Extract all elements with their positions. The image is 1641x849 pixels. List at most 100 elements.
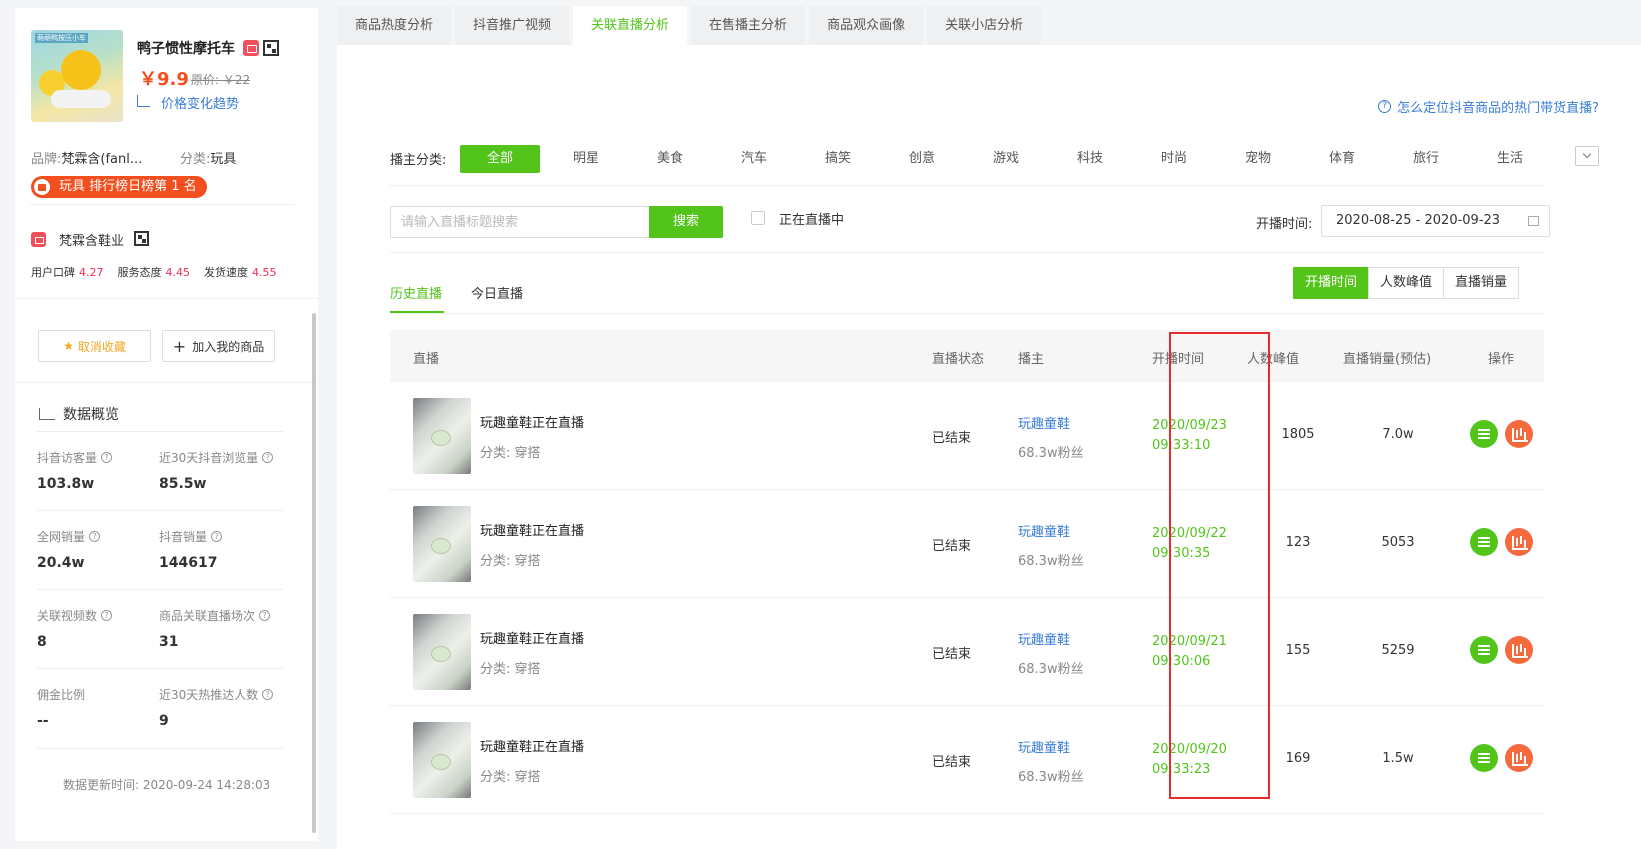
live-title[interactable]: 玩趣童鞋正在直播 [480,736,584,755]
product-image[interactable]: 萌萌鸭按压小车 [31,30,123,122]
sort-start-time-button[interactable]: 开播时间 [1293,267,1370,299]
shopping-bag-icon [34,179,50,195]
category-item[interactable]: 旅行 [1384,145,1468,173]
bar-chart-icon[interactable] [1505,636,1533,664]
price-trend-link[interactable]: 价格变化趋势 [161,93,239,112]
divider [390,313,1544,314]
tab-streamer-analysis[interactable]: 在售播主分析 [691,6,806,45]
help-link[interactable]: ? 怎么定位抖音商品的热门带货直播? [1378,97,1599,116]
sort-buttons: 开播时间 人数峰值 直播销量 [1293,267,1520,299]
live-thumbnail[interactable] [413,506,471,582]
streamer-link[interactable]: 玩趣童鞋 [1018,413,1070,432]
tab-promo-videos[interactable]: 抖音推广视频 [455,6,570,45]
live-title[interactable]: 玩趣童鞋正在直播 [480,628,584,647]
store-score-reputation: 用户口碑 4.27 [31,266,104,279]
bar-chart-icon[interactable] [1505,420,1533,448]
chevron-down-icon[interactable] [1575,146,1599,166]
live-sales: 1.5w [1382,751,1414,766]
product-price: ￥9.9 [139,69,189,90]
live-thumbnail[interactable] [413,614,471,690]
streamer-link[interactable]: 玩趣童鞋 [1018,737,1070,756]
category-item[interactable]: 搞笑 [796,145,880,173]
peak-viewers: 155 [1285,643,1311,658]
store-qr-code-icon[interactable] [134,231,149,246]
category-item[interactable]: 科技 [1048,145,1132,173]
tab-shop-analysis[interactable]: 关联小店分析 [927,6,1042,45]
category-item[interactable]: 生活 [1468,145,1552,173]
main-panel: ? 怎么定位抖音商品的热门带货直播? 播主分类: 全部 明星 美食 汽车 搞笑 创… [337,45,1641,849]
subtab-today[interactable]: 今日直播 [471,283,523,302]
bar-chart-icon[interactable] [1505,528,1533,556]
store-scores: 用户口碑 4.27 服务态度 4.45 发货速度 4.55 [31,264,277,280]
overview-title: 数据概览 [63,407,119,423]
store-icon [31,232,46,247]
detail-list-icon[interactable] [1470,744,1498,772]
date-label: 开播时间: [1256,217,1313,232]
add-to-my-products-button[interactable]: + 加入我的商品 [162,330,275,362]
search-button[interactable]: 搜索 [649,206,723,238]
column-header: 直播状态 [932,352,985,367]
category-item[interactable]: 创意 [880,145,964,173]
streamer-fans: 68.3w粉丝 [1018,554,1084,569]
live-now-label: 正在直播中 [779,213,845,228]
bar-chart-icon[interactable] [1505,744,1533,772]
tab-live-analysis[interactable]: 关联直播分析 [573,6,688,45]
start-time: 2020/09/23 09:33:10 [1152,418,1227,453]
table-row: 玩趣童鞋正在直播 分类: 穿搭 已结束 玩趣童鞋 68.3w粉丝 2020/09… [390,382,1544,490]
question-icon: ? [1378,100,1392,113]
live-status: 已结束 [932,647,972,662]
category-item[interactable]: 时尚 [1132,145,1216,173]
divider [15,382,318,383]
divider [390,185,1544,186]
shop-icon[interactable] [243,40,259,56]
category-item[interactable]: 游戏 [964,145,1048,173]
detail-list-icon[interactable] [1470,636,1498,664]
category-item[interactable]: 明星 [544,145,628,173]
calendar-icon [1528,216,1539,226]
column-header[interactable]: 直播销量(预估) [1343,348,1431,367]
product-title: 鸭子惯性摩托车 [137,41,235,57]
tab-heat-analysis[interactable]: 商品热度分析 [337,6,452,45]
plus-icon: + [172,336,187,356]
help-icon: ? [89,531,101,542]
tab-audience-profile[interactable]: 商品观众画像 [809,6,924,45]
sort-peak-button[interactable]: 人数峰值 [1368,267,1445,299]
streamer-fans: 68.3w粉丝 [1018,662,1084,677]
category-item[interactable]: 宠物 [1216,145,1300,173]
product-panel: 萌萌鸭按压小车 鸭子惯性摩托车 ￥9.9 原价: ￥22 价格变化趋势 品牌:梵… [15,8,318,841]
streamer-link[interactable]: 玩趣童鞋 [1018,521,1070,540]
category-filter: 全部 明星 美食 汽车 搞笑 创意 游戏 科技 时尚 宠物 体育 旅行 生活 [460,145,1552,173]
date-range-picker[interactable]: 2020-08-25 - 2020-09-23 [1321,205,1550,237]
column-header: 播主 [1018,352,1045,367]
streamer-link[interactable]: 玩趣童鞋 [1018,629,1070,648]
live-title[interactable]: 玩趣童鞋正在直播 [480,520,584,539]
live-title[interactable]: 玩趣童鞋正在直播 [480,412,584,431]
subtab-history[interactable]: 历史直播 [390,283,442,302]
category-info: 分类:玩具 [180,148,236,167]
qr-code-icon[interactable] [263,40,279,56]
category-item[interactable]: 体育 [1300,145,1384,173]
category-item[interactable]: 美食 [628,145,712,173]
category-item[interactable]: 汽车 [712,145,796,173]
scrollbar[interactable] [312,313,316,833]
store-score-service: 服务态度 4.45 [117,266,191,279]
detail-list-icon[interactable] [1470,528,1498,556]
live-thumbnail[interactable] [413,398,471,474]
store-name[interactable]: 梵霖含鞋业 [59,230,124,249]
column-header[interactable]: 开播时间 [1152,348,1204,367]
divider [37,748,283,749]
stat-related-lives: 商品关联直播场次? 31 [159,607,279,650]
start-time: 2020/09/22 09:30:35 [1152,526,1227,561]
category-all[interactable]: 全部 [460,145,540,173]
divider [37,589,283,590]
search-input[interactable] [390,206,649,238]
live-now-checkbox[interactable] [751,211,765,225]
live-category: 分类: 穿搭 [480,662,541,677]
detail-list-icon[interactable] [1470,420,1498,448]
unfavorite-button[interactable]: ★ 取消收藏 [38,330,151,362]
sort-sales-button[interactable]: 直播销量 [1443,267,1520,299]
column-header[interactable]: 人数峰值 [1247,348,1299,367]
live-status: 已结束 [932,539,972,554]
stat-30d-views: 近30天抖音浏览量? 85.5w [159,449,279,492]
live-thumbnail[interactable] [413,722,471,798]
